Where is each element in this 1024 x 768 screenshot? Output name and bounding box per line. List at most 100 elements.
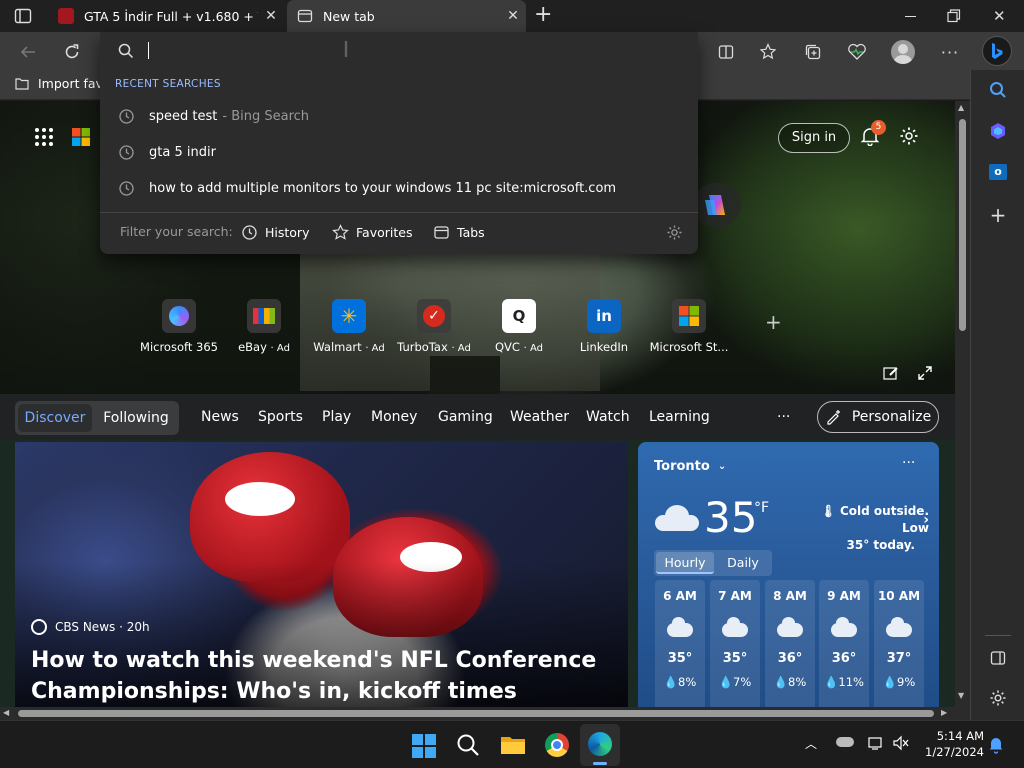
volume-muted-icon[interactable] bbox=[892, 735, 910, 751]
file-explorer-button[interactable] bbox=[500, 734, 526, 758]
profile-button[interactable] bbox=[890, 39, 916, 65]
sidebar-settings-button[interactable] bbox=[986, 686, 1010, 710]
shortcut-qvc[interactable]: Q QVC · Ad bbox=[474, 299, 564, 354]
start-button[interactable] bbox=[412, 734, 436, 758]
shortcut-microsoft-365[interactable]: Microsoft 365 bbox=[134, 299, 224, 354]
shortcut-label: LinkedIn bbox=[579, 340, 629, 354]
import-favorites-button[interactable]: Import favo bbox=[14, 76, 111, 91]
personalize-button[interactable]: Personalize bbox=[817, 401, 939, 433]
sidebar-search-button[interactable] bbox=[986, 78, 1010, 102]
shortcut-walmart[interactable]: ✳ Walmart · Ad bbox=[304, 299, 394, 354]
following-tab[interactable]: Following bbox=[95, 404, 177, 432]
customize-background-button[interactable] bbox=[883, 365, 899, 381]
notifications-center-button[interactable] bbox=[988, 736, 1004, 754]
suggestion-gta-5-indir[interactable]: gta 5 indir bbox=[100, 134, 698, 170]
favorites-button[interactable] bbox=[756, 39, 782, 65]
shortcut-linkedin[interactable]: in LinkedIn bbox=[559, 299, 649, 354]
hour-time: 10 AM bbox=[877, 589, 921, 603]
gear-icon bbox=[990, 690, 1006, 706]
scroll-up-arrow-icon[interactable]: ▲ bbox=[958, 103, 964, 112]
filter-tabs-button[interactable]: Tabs bbox=[433, 224, 485, 241]
suggestion-multiple-monitors[interactable]: how to add multiple monitors to your win… bbox=[100, 170, 698, 206]
more-nav-button[interactable]: ··· bbox=[777, 394, 790, 440]
clock[interactable]: 5:14 AM 1/27/2024 bbox=[920, 728, 984, 760]
address-bar[interactable] bbox=[100, 32, 698, 70]
cloud-icon bbox=[655, 505, 699, 531]
vertical-scroll-thumb[interactable] bbox=[959, 119, 966, 331]
scroll-down-arrow-icon[interactable]: ▼ bbox=[958, 691, 964, 700]
collections-button[interactable] bbox=[800, 39, 826, 65]
apps-launcher-button[interactable] bbox=[34, 127, 54, 147]
tab-actions-button[interactable] bbox=[14, 8, 32, 24]
add-shortcut-button[interactable]: + bbox=[765, 312, 783, 332]
horizontal-scrollbar[interactable]: ◀ ▶ bbox=[0, 707, 955, 720]
close-tab-icon[interactable]: ✕ bbox=[500, 8, 526, 24]
new-tab-button[interactable]: + bbox=[534, 4, 554, 28]
scroll-right-arrow-icon[interactable]: ▶ bbox=[941, 708, 947, 717]
nav-weather[interactable]: Weather bbox=[510, 394, 569, 440]
settings-more-button[interactable]: ··· bbox=[937, 39, 963, 65]
sidebar-add-button[interactable]: + bbox=[986, 203, 1010, 227]
onedrive-tray-icon[interactable] bbox=[836, 737, 854, 749]
shortcut-microsoft-store[interactable]: Microsoft St... bbox=[644, 299, 734, 354]
nav-news[interactable]: News bbox=[201, 394, 239, 440]
hourly-tab[interactable]: Hourly bbox=[656, 552, 714, 574]
chrome-icon bbox=[545, 733, 569, 757]
scroll-left-arrow-icon[interactable]: ◀ bbox=[3, 708, 9, 717]
weather-more-button[interactable]: ··· bbox=[902, 455, 915, 471]
split-screen-button[interactable] bbox=[713, 39, 739, 65]
qvc-icon: Q bbox=[502, 299, 536, 333]
shortcut-ebay[interactable]: eBay · Ad bbox=[219, 299, 309, 354]
location-selector[interactable]: Toronto ⌄ bbox=[654, 459, 726, 474]
notifications-button[interactable]: 5 bbox=[860, 120, 886, 148]
chrome-button[interactable] bbox=[545, 733, 569, 757]
tab-gta5[interactable]: GTA 5 İndir Full + v1.680 + Türkçe ✕ bbox=[48, 0, 284, 32]
sidebar-copilot-button[interactable] bbox=[986, 119, 1010, 143]
refresh-button[interactable] bbox=[59, 39, 85, 65]
close-window-button[interactable]: ✕ bbox=[993, 7, 1009, 25]
outlook-icon: o bbox=[989, 164, 1007, 180]
browser-essentials-button[interactable] bbox=[844, 39, 870, 65]
page-settings-button[interactable] bbox=[899, 126, 921, 148]
copilot-sidebar-button[interactable] bbox=[982, 36, 1012, 66]
temp-unit: °F bbox=[754, 500, 770, 516]
more-dots-icon: ··· bbox=[940, 42, 960, 62]
filter-history-button[interactable]: History bbox=[241, 224, 309, 241]
minimize-button[interactable] bbox=[900, 10, 920, 22]
shortcut-turbotax[interactable]: ✓ TurboTax · Ad bbox=[389, 299, 479, 354]
news-headline[interactable]: How to watch this weekend's NFL Conferen… bbox=[31, 645, 621, 707]
gear-icon bbox=[900, 127, 918, 145]
edge-button[interactable] bbox=[580, 724, 620, 766]
network-tray-icon[interactable] bbox=[868, 735, 886, 751]
hour-temp: 35° bbox=[667, 651, 693, 666]
sidebar-outlook-button[interactable]: o bbox=[986, 160, 1010, 184]
discover-tab[interactable]: Discover bbox=[18, 404, 92, 432]
restore-button[interactable] bbox=[947, 9, 963, 23]
back-button[interactable] bbox=[15, 39, 41, 65]
nav-watch[interactable]: Watch bbox=[586, 394, 630, 440]
sign-in-button[interactable]: Sign in bbox=[778, 123, 850, 153]
nav-sports[interactable]: Sports bbox=[258, 394, 303, 440]
taskbar-search-button[interactable] bbox=[456, 733, 482, 759]
refresh-icon bbox=[65, 44, 79, 59]
dropdown-settings-button[interactable] bbox=[666, 224, 683, 241]
vertical-scrollbar[interactable]: ▲ ▼ bbox=[955, 101, 970, 707]
daily-tab[interactable]: Daily bbox=[716, 552, 770, 574]
copilot-button[interactable] bbox=[693, 183, 741, 227]
news-card[interactable]: CBS News · 20h How to watch this weekend… bbox=[15, 442, 628, 707]
weather-alert[interactable]: 🌡︎ Cold outside. Low 35° today. › bbox=[794, 503, 929, 554]
show-hidden-icons-button[interactable]: ︿ bbox=[805, 735, 819, 751]
restore-icon bbox=[947, 9, 961, 23]
nav-gaming[interactable]: Gaming bbox=[438, 394, 493, 440]
expand-background-button[interactable] bbox=[917, 365, 933, 381]
nav-money[interactable]: Money bbox=[371, 394, 417, 440]
horizontal-scroll-thumb[interactable] bbox=[18, 710, 934, 717]
nav-play[interactable]: Play bbox=[322, 394, 351, 440]
tab-new-tab[interactable]: New tab ✕ bbox=[287, 0, 526, 32]
close-tab-icon[interactable]: ✕ bbox=[258, 8, 284, 24]
nav-learning[interactable]: Learning bbox=[649, 394, 710, 440]
filter-favorites-button[interactable]: Favorites bbox=[332, 224, 412, 241]
suggestion-speed-test[interactable]: speed test - Bing Search bbox=[100, 98, 698, 134]
hide-sidebar-button[interactable] bbox=[986, 646, 1010, 670]
address-input[interactable] bbox=[148, 41, 688, 61]
